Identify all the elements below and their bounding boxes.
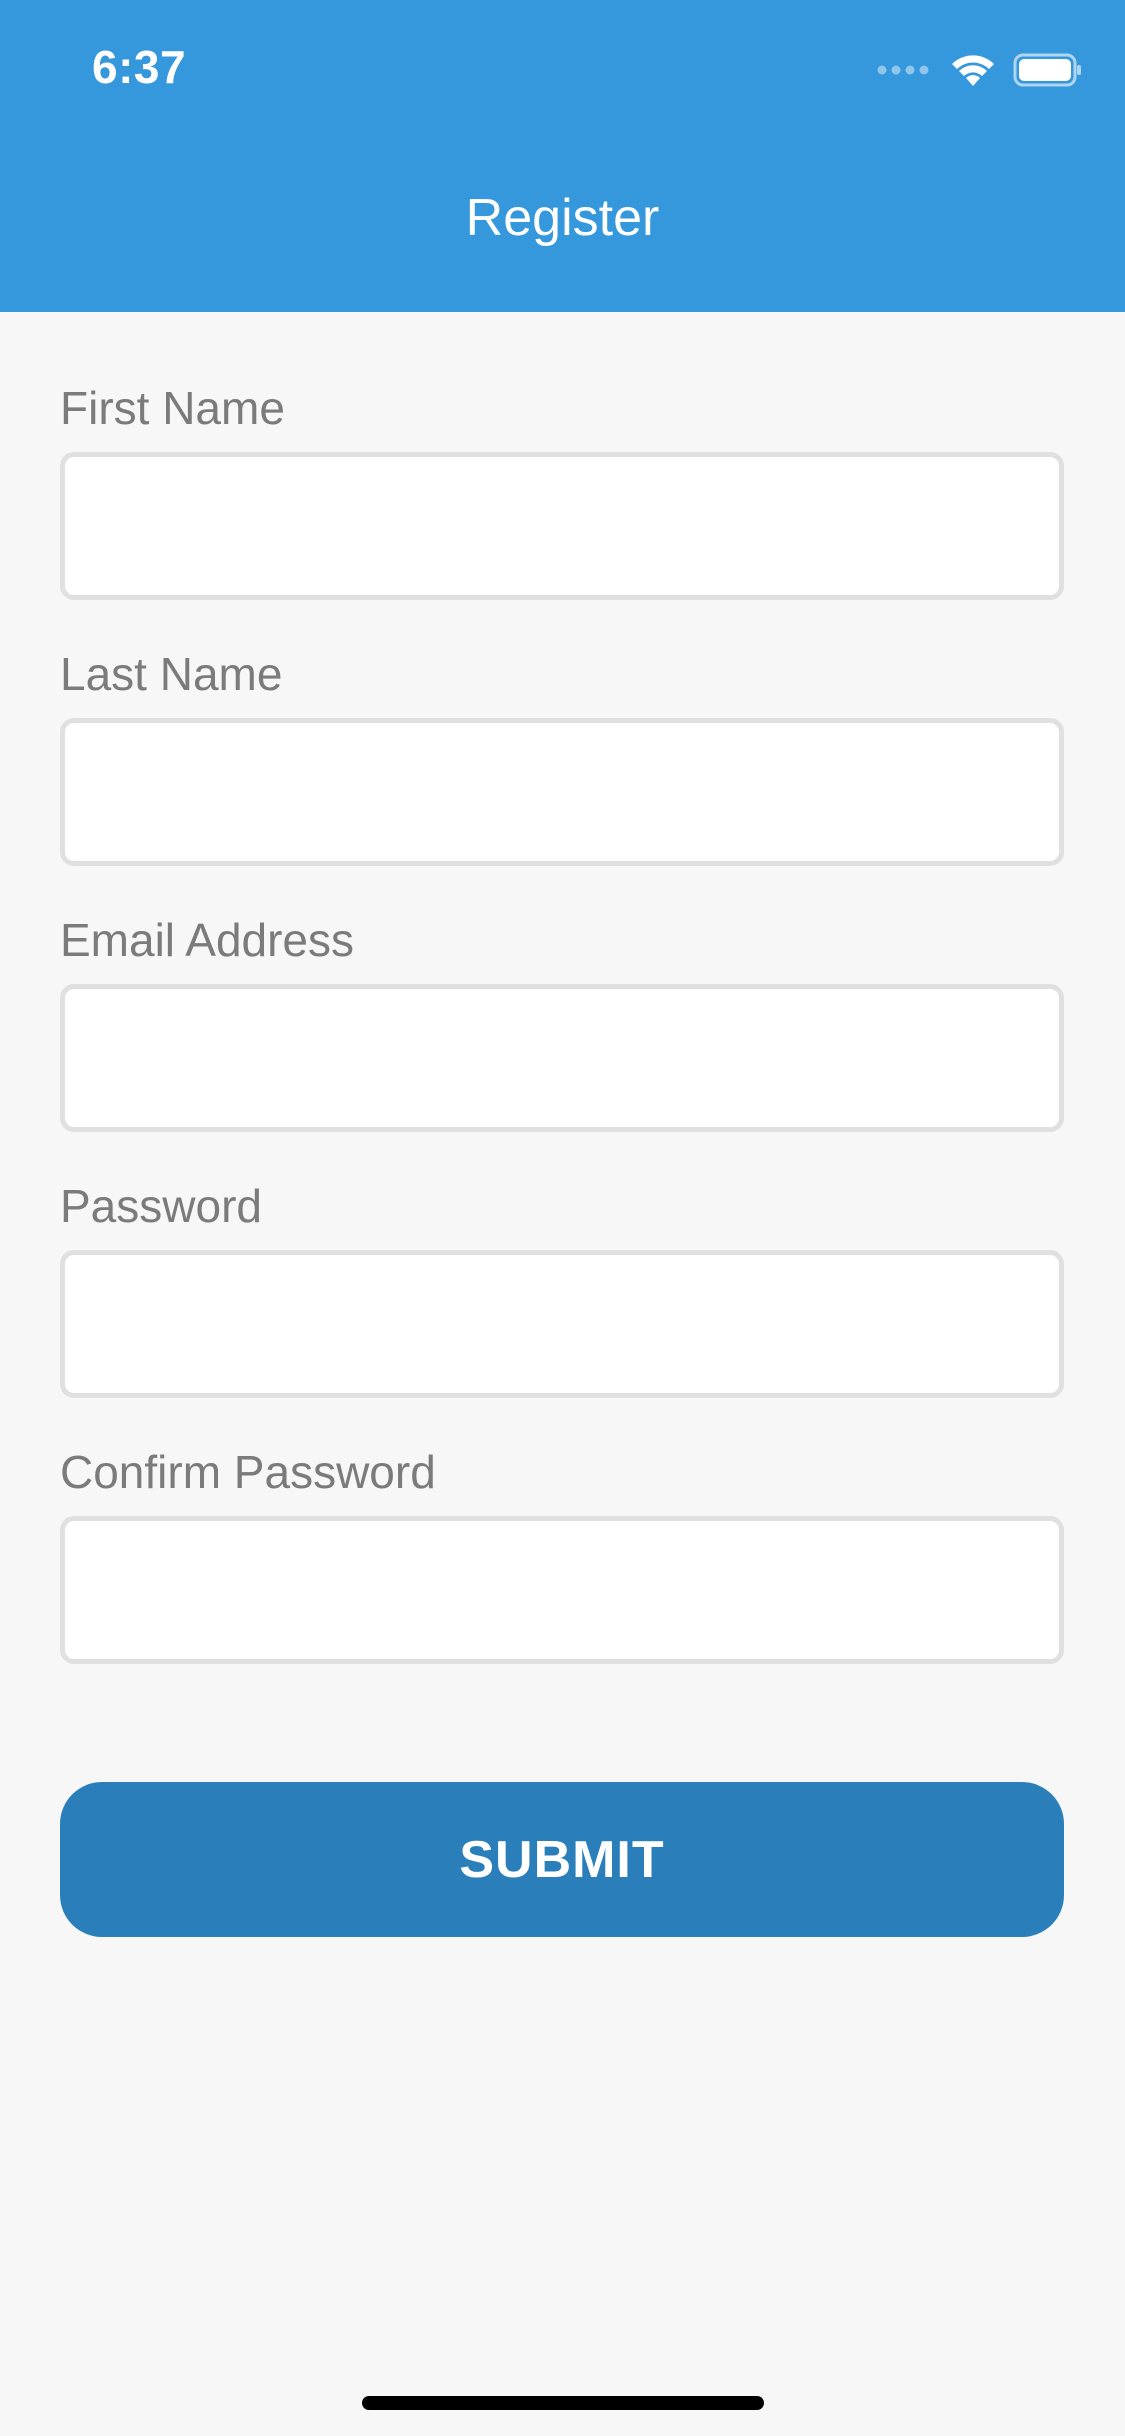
last-name-label: Last Name bbox=[60, 648, 283, 700]
password-field-group: Password bbox=[60, 1178, 1064, 1398]
first-name-input[interactable] bbox=[60, 452, 1064, 600]
header-bar: 6:37 Register bbox=[0, 0, 1125, 312]
register-form: First Name Last Name Email Address Passw… bbox=[60, 380, 1064, 1710]
signal-icon bbox=[877, 64, 933, 76]
status-time: 6:37 bbox=[92, 41, 187, 93]
wifi-icon bbox=[949, 52, 997, 88]
first-name-field-group: First Name bbox=[60, 380, 1064, 600]
confirm-password-field-group: Confirm Password bbox=[60, 1444, 1064, 1664]
confirm-password-label: Confirm Password bbox=[60, 1446, 436, 1498]
register-screen: 6:37 Register First Name Last Name Email… bbox=[0, 0, 1125, 2436]
password-label: Password bbox=[60, 1180, 262, 1232]
page-title: Register bbox=[465, 189, 660, 247]
last-name-input[interactable] bbox=[60, 718, 1064, 866]
home-indicator[interactable] bbox=[362, 2396, 764, 2410]
email-input[interactable] bbox=[60, 984, 1064, 1132]
submit-button[interactable]: SUBMIT bbox=[60, 1782, 1064, 1937]
status-icons bbox=[877, 50, 1083, 90]
battery-icon bbox=[1013, 52, 1083, 88]
confirm-password-input[interactable] bbox=[60, 1516, 1064, 1664]
last-name-field-group: Last Name bbox=[60, 646, 1064, 866]
password-input[interactable] bbox=[60, 1250, 1064, 1398]
email-label: Email Address bbox=[60, 914, 355, 966]
first-name-label: First Name bbox=[60, 382, 285, 434]
email-field-group: Email Address bbox=[60, 912, 1064, 1132]
